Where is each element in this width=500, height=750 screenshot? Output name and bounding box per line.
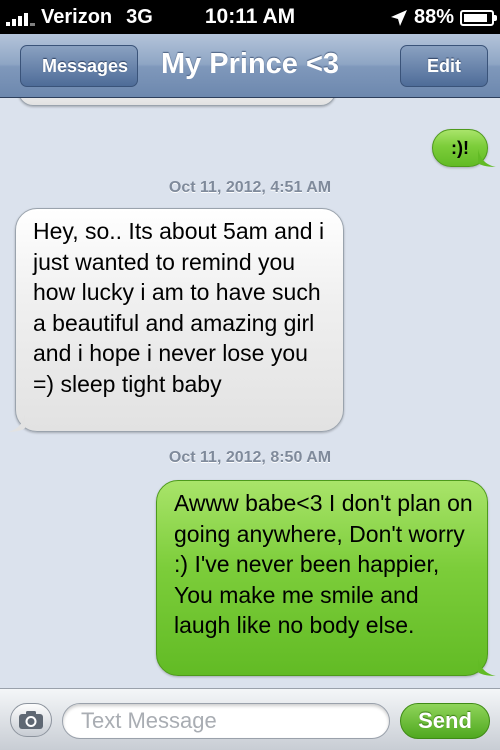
navigation-bar: Messages My Prince <3 Edit	[0, 34, 500, 98]
edit-button-label: Edit	[427, 55, 461, 76]
back-button-label: Messages	[41, 55, 129, 76]
message-text: :)!	[451, 138, 469, 158]
edit-button[interactable]: Edit	[400, 45, 488, 87]
message-bubble-incoming[interactable]: Hey, so.. Its about 5am and i just wante…	[7, 208, 344, 432]
send-button-label: Send	[418, 708, 472, 733]
messages-back-button[interactable]: Messages	[20, 45, 138, 87]
message-timestamp: Oct 11, 2012, 8:50 AM	[168, 449, 332, 466]
bubble-tail	[478, 658, 496, 676]
message-thread[interactable]: :)! Oct 11, 2012, 4:51 AM Hey, so.. Its …	[0, 98, 500, 688]
message-bubble-partial	[18, 98, 336, 106]
status-bar: Verizon 3G 10:11 AM 88%	[0, 0, 500, 34]
location-arrow-icon	[390, 9, 407, 26]
message-input[interactable]	[62, 703, 390, 739]
battery-icon	[460, 9, 497, 26]
camera-button[interactable]	[10, 703, 52, 737]
message-bubble-outgoing[interactable]: Awww babe<3 I don't plan on going anywhe…	[156, 480, 496, 676]
send-button[interactable]: Send	[400, 703, 490, 739]
conversation-title: My Prince <3	[160, 48, 340, 80]
battery-percent: 88%	[413, 6, 454, 28]
bubble-tail	[7, 414, 25, 432]
message-bubble-outgoing[interactable]: :)!	[432, 129, 496, 167]
camera-icon	[19, 711, 43, 729]
message-timestamp: Oct 11, 2012, 4:51 AM	[168, 179, 332, 196]
message-text: Hey, so.. Its about 5am and i just wante…	[33, 218, 325, 397]
compose-bar: Send	[0, 688, 500, 750]
message-text: Awww babe<3 I don't plan on going anywhe…	[174, 490, 473, 638]
bubble-tail	[478, 149, 496, 167]
